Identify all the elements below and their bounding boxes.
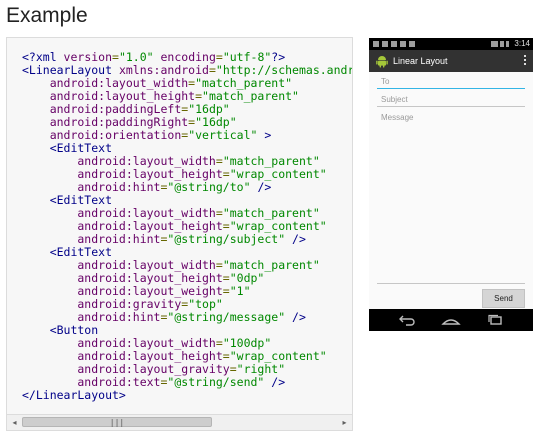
code-token: /> xyxy=(264,375,286,389)
code-token: "@string/message" xyxy=(167,310,286,324)
code-line: </LinearLayout> xyxy=(22,388,352,402)
code-token: android:layout_width xyxy=(22,76,189,90)
android-phone-preview: 3:14 Linear Layout To Subject Message Se… xyxy=(369,38,533,331)
code-token: "match_parent" xyxy=(222,258,320,272)
code-token: "wrap_content" xyxy=(229,167,327,181)
code-token: android:layout_width xyxy=(22,154,216,168)
code-token: android:layout_width xyxy=(22,336,216,350)
code-token: "vertical" xyxy=(188,128,258,142)
code-token: </LinearLayout> xyxy=(22,388,126,402)
code-sample-panel: <?xml version="1.0" encoding="utf-8"?> <L… xyxy=(6,37,353,431)
code-token: android:layout_gravity xyxy=(22,362,230,376)
code-token: = xyxy=(215,154,223,168)
code-token: android:paddingRight xyxy=(22,115,189,129)
code-token: "wrap_content" xyxy=(229,349,327,363)
code-token: android:paddingLeft xyxy=(22,102,182,116)
code-token: = xyxy=(215,206,223,220)
app-title: Linear Layout xyxy=(393,56,448,66)
code-token: "@string/subject" xyxy=(167,232,286,246)
to-input[interactable]: To xyxy=(377,76,525,89)
code-token: <EditText xyxy=(22,141,113,155)
code-token: android:layout_height xyxy=(22,219,223,233)
code-token: xmlns:android xyxy=(112,63,209,77)
code-token: = xyxy=(222,271,230,285)
code-token: "match_parent" xyxy=(222,206,320,220)
code-token: "http://schemas.android.com/apk/res/andr… xyxy=(215,63,353,77)
status-clock: 3:14 xyxy=(514,39,530,48)
code-token: /> xyxy=(285,232,306,246)
code-token: "100dp" xyxy=(222,336,272,350)
code-token: "match_parent" xyxy=(195,76,293,90)
code-token: android:layout_width xyxy=(22,206,216,220)
code-token: "16dp" xyxy=(188,102,230,116)
code-token: android:text xyxy=(22,375,161,389)
navigation-bar xyxy=(369,309,533,331)
code-token: "16dp" xyxy=(195,115,237,129)
horizontal-scrollbar[interactable]: ◂ ||| ▸ xyxy=(7,414,352,430)
code-token: <EditText xyxy=(22,245,113,259)
code-token: android:orientation xyxy=(22,128,182,142)
send-button[interactable]: Send xyxy=(482,289,525,308)
code-token: android:layout_height xyxy=(22,271,223,285)
code-token: = xyxy=(208,63,216,77)
code-token: = xyxy=(222,284,230,298)
scroll-right-arrow-icon[interactable]: ▸ xyxy=(337,415,352,430)
code-token: "@string/send" xyxy=(167,375,265,389)
code-token: android:gravity xyxy=(22,297,182,311)
code-token: "@string/to" xyxy=(167,180,251,194)
code-token: /> xyxy=(285,310,306,324)
code-token: android:layout_height xyxy=(22,89,196,103)
notification-icon xyxy=(409,41,415,47)
code-token: = xyxy=(215,258,223,272)
code-token: android:hint xyxy=(22,310,161,324)
scroll-left-arrow-icon[interactable]: ◂ xyxy=(7,415,22,430)
code-token: = xyxy=(195,89,203,103)
code-token: android:layout_height xyxy=(22,167,223,181)
code-token: "top" xyxy=(188,297,223,311)
code-token: "0dp" xyxy=(229,271,265,285)
code-token: android:hint xyxy=(22,180,161,194)
code-token: android:layout_height xyxy=(22,349,223,363)
code-token: <Button xyxy=(22,323,99,337)
code-token: <EditText xyxy=(22,193,113,207)
notification-icon xyxy=(391,41,397,47)
status-bar: 3:14 xyxy=(369,38,533,50)
home-icon[interactable] xyxy=(441,314,461,326)
recents-icon[interactable] xyxy=(485,314,505,326)
code-token: = xyxy=(222,349,230,363)
code-token: = xyxy=(222,219,230,233)
code-token: "1" xyxy=(229,284,251,298)
code-token: "match_parent" xyxy=(202,89,299,103)
code-token: = xyxy=(229,362,237,376)
notification-icon xyxy=(373,41,379,47)
notification-icon xyxy=(382,41,388,47)
code-token: "match_parent" xyxy=(222,154,320,168)
code-token: android:layout_weight xyxy=(22,284,223,298)
code-token: <LinearLayout xyxy=(22,63,113,77)
back-icon[interactable] xyxy=(397,314,417,326)
message-input[interactable]: Message xyxy=(377,112,525,284)
code-token: /> xyxy=(250,180,272,194)
code-token: "right" xyxy=(236,362,286,376)
code-token: = xyxy=(222,167,230,181)
action-bar: Linear Layout xyxy=(369,50,533,72)
overflow-menu-icon[interactable] xyxy=(523,55,527,67)
wifi-icon xyxy=(491,41,498,47)
code-token: > xyxy=(257,128,272,142)
code-token: = xyxy=(215,336,223,350)
notification-icon xyxy=(400,41,406,47)
android-icon xyxy=(376,56,388,68)
code-token: "wrap_content" xyxy=(229,219,327,233)
xml-code-listing: <?xml version="1.0" encoding="utf-8"?> <L… xyxy=(22,51,353,417)
subject-input[interactable]: Subject xyxy=(377,94,525,107)
battery-icon xyxy=(506,41,509,47)
example-heading: Example xyxy=(6,4,88,27)
scrollbar-thumb[interactable]: ||| xyxy=(22,417,212,427)
code-token: android:layout_width xyxy=(22,258,216,272)
code-token: android:hint xyxy=(22,232,161,246)
signal-icon xyxy=(500,41,504,47)
